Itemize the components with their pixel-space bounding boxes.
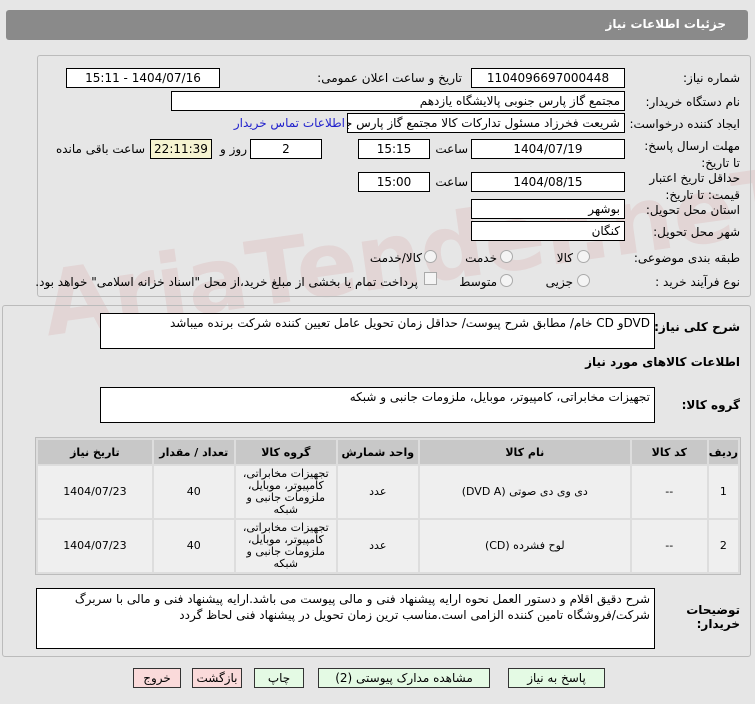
cell-group: تجهیزات مخابراتی، کامپیوتر، موبایل، ملزو… — [235, 520, 336, 572]
exit-button[interactable]: خروج — [133, 668, 181, 688]
category-radio-service[interactable] — [500, 250, 513, 263]
items-table: ردیف کد کالا نام کالا واحد شمارش گروه کا… — [35, 437, 741, 575]
need-number-field[interactable]: 1104096697000448 — [471, 68, 625, 88]
page-title: جزئیات اطلاعات نیاز — [605, 17, 726, 31]
category-option-both: کالا/خدمت — [369, 251, 422, 265]
process-label: نوع فرآیند خرید : — [655, 275, 740, 289]
cell-code: -- — [631, 520, 707, 572]
cell-name: لوح فشرده (CD) — [419, 520, 630, 572]
buyer-label: نام دستگاه خریدار: — [645, 95, 741, 109]
creator-field[interactable]: شریعت فخرزاد مسئول تدارکات کالا مجتمع گا… — [347, 113, 625, 133]
reply-button[interactable]: پاسخ به نیاز — [508, 668, 605, 688]
creator-label: ایجاد کننده درخواست: — [629, 117, 740, 131]
summary-field[interactable]: DVDو CD خام/ مطابق شرح پیوست/ حداقل زمان… — [100, 313, 655, 349]
announce-field[interactable]: 1404/07/16 - 15:11 — [66, 68, 220, 88]
cell-name: دی وی دی صوتی (DVD A) — [419, 466, 630, 518]
province-label: استان محل تحویل: — [645, 203, 740, 217]
days-label: روز و — [220, 142, 247, 156]
payment-note: پرداخت تمام یا بخشی از مبلغ خرید،از محل … — [35, 275, 418, 289]
cell-unit: عدد — [337, 466, 418, 518]
page-header: جزئیات اطلاعات نیاز — [6, 10, 748, 40]
notes-field[interactable]: شرح دقیق اقلام و دستور العمل نحوه ارایه … — [36, 588, 655, 649]
remaining-label: ساعت باقی مانده — [55, 142, 145, 156]
attachments-button[interactable]: مشاهده مدارک پیوستی (2) — [318, 668, 490, 688]
table-row: 2 -- لوح فشرده (CD) عدد تجهیزات مخابراتی، کا… — [38, 520, 738, 572]
deadline-time-field[interactable]: 15:15 — [358, 139, 430, 159]
cell-code: -- — [631, 466, 707, 518]
days-field[interactable]: 2 — [250, 139, 322, 159]
cell-row: 2 — [708, 520, 738, 572]
deadline-label: مهلت ارسال پاسخ: تا تاریخ: — [644, 139, 740, 170]
col-row: ردیف — [708, 440, 738, 464]
deadline-time-label: ساعت — [435, 142, 468, 156]
cell-date: 1404/07/23 — [38, 466, 152, 518]
col-group: گروه کالا — [235, 440, 336, 464]
print-button[interactable]: چاپ — [254, 668, 304, 688]
cell-unit: عدد — [337, 520, 418, 572]
col-qty: تعداد / مقدار — [153, 440, 234, 464]
announce-label: تاریخ و ساعت اعلان عمومی: — [317, 71, 462, 85]
col-name: نام کالا — [419, 440, 630, 464]
deadline-date-field[interactable]: 1404/07/19 — [471, 139, 625, 159]
cell-date: 1404/07/23 — [38, 520, 152, 572]
cell-qty: 40 — [153, 520, 234, 572]
validity-time-label: ساعت — [435, 175, 468, 189]
city-field[interactable]: کنگان — [471, 221, 625, 241]
process-option-minor: جزیی — [545, 275, 573, 289]
validity-label: حداقل تاریخ اعتبار قیمت: تا تاریخ: — [649, 171, 740, 202]
category-radio-both[interactable] — [424, 250, 437, 263]
category-option-goods: کالا — [556, 251, 573, 265]
cell-row: 1 — [708, 466, 738, 518]
treasury-payment-checkbox[interactable] — [424, 272, 437, 285]
col-unit: واحد شمارش — [337, 440, 418, 464]
category-radio-goods[interactable] — [577, 250, 590, 263]
cell-qty: 40 — [153, 466, 234, 518]
notes-label: توضیحات خریدار: — [686, 603, 740, 631]
items-title: اطلاعات کالاهای مورد نیاز — [585, 355, 740, 369]
table-row: 1 -- دی وی دی صوتی (DVD A) عدد تجهیزات مخابر… — [38, 466, 738, 518]
category-label: طبقه بندی موضوعی: — [633, 251, 740, 265]
group-label: گروه کالا: — [681, 398, 740, 412]
col-code: کد کالا — [631, 440, 707, 464]
need-number-label: شماره نیاز: — [683, 71, 740, 85]
group-field[interactable]: تجهیزات مخابراتی، کامپیوتر، موبایل، ملزو… — [100, 387, 655, 423]
summary-label: شرح کلی نیاز: — [654, 320, 740, 334]
contact-buyer-link[interactable]: اطلاعات تماس خریدار — [234, 116, 345, 130]
validity-time-field[interactable]: 15:00 — [358, 172, 430, 192]
category-option-service: خدمت — [465, 251, 497, 265]
buyer-field[interactable]: مجتمع گاز پارس جنوبی پالایشگاه یازدهم — [171, 91, 625, 111]
validity-date-field[interactable]: 1404/08/15 — [471, 172, 625, 192]
remaining-time: 22:11:39 — [150, 139, 212, 159]
city-label: شهر محل تحویل: — [653, 225, 740, 239]
process-option-medium: متوسط — [459, 275, 497, 289]
back-button[interactable]: بازگشت — [192, 668, 242, 688]
process-radio-medium[interactable] — [500, 274, 513, 287]
process-radio-minor[interactable] — [577, 274, 590, 287]
col-date: تاریخ نیاز — [38, 440, 152, 464]
cell-group: تجهیزات مخابراتی، کامپیوتر، موبایل، ملزو… — [235, 466, 336, 518]
province-field[interactable]: بوشهر — [471, 199, 625, 219]
